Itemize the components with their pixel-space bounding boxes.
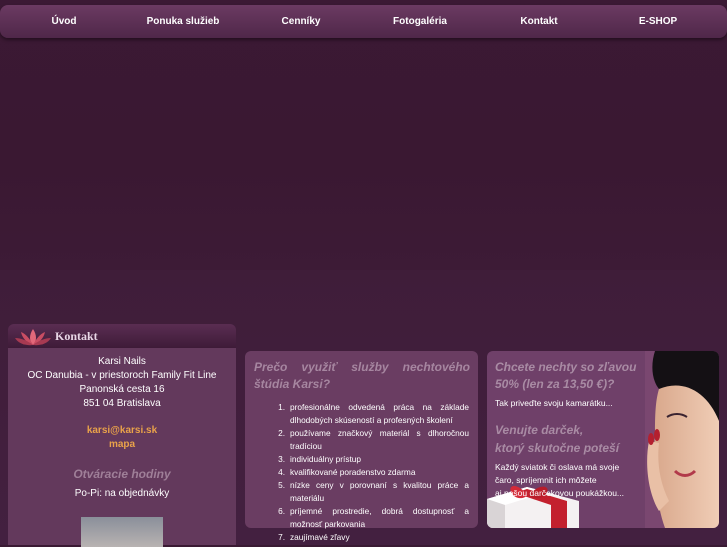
why-karsi-title: Prečo využiť služby nechtového štúdia Ka… xyxy=(254,359,470,393)
list-number: 5. xyxy=(278,480,285,490)
lotus-icon xyxy=(15,329,51,346)
list-number: 3. xyxy=(278,454,285,464)
why-title-word: Prečo xyxy=(254,360,288,374)
opening-hours-text: Po-Pi: na objednávky xyxy=(74,488,170,499)
list-item: 5. nízke ceny v porovnaní s kvalitou prác… xyxy=(257,479,469,505)
list-text: príjemné prostredie, dobrá dostupnosť a … xyxy=(290,506,469,529)
opening-hours-title: Otváracie hodiny xyxy=(73,467,171,481)
promo-heading-2-line1: Venujte darček, xyxy=(495,423,584,437)
list-text: profesionálne odvedená práca na základe … xyxy=(290,402,469,425)
model-face-image xyxy=(645,351,719,528)
list-item: 6. príjemné prostredie, dobrá dostupnosť … xyxy=(257,505,469,531)
nav-item-fotogaleria[interactable]: Fotogaléria xyxy=(380,5,460,38)
contact-title: Kontakt xyxy=(55,329,98,343)
promo-heading-1-line1: Chcete nechty so zľavou xyxy=(495,360,637,374)
studio-name: Karsi Nails xyxy=(98,356,146,367)
list-text: kvalifikované poradenstvo zdarma xyxy=(290,467,416,477)
page-background-top xyxy=(0,0,727,270)
list-item: 3. individuálny prístup xyxy=(257,453,469,466)
list-item: 2. používame značkový materiál s dlhoročn… xyxy=(257,427,469,453)
nav-item-eshop[interactable]: E-SHOP xyxy=(626,5,690,38)
list-number: 2. xyxy=(278,428,285,438)
nav-item-ponuka-sluzieb[interactable]: Ponuka služieb xyxy=(135,5,231,38)
why-title-word: využiť xyxy=(301,360,338,374)
list-number: 6. xyxy=(278,506,285,516)
list-item: 7. zaujímavé zľavy xyxy=(257,531,469,544)
list-item: 1. profesionálne odvedená práca na základ… xyxy=(257,401,469,427)
list-number: 1. xyxy=(278,402,285,412)
promo-text-1: Tak priveďte svoju kamarátku... xyxy=(495,398,613,408)
map-link[interactable]: mapa xyxy=(8,439,236,450)
promo-text-2-line3: aj našou darčekovou poukážkou... xyxy=(495,488,625,498)
benefits-list: 1. profesionálne odvedená práca na základ… xyxy=(257,401,469,544)
contact-panel: Karsi Nails OC Danubia - v priestoroch F… xyxy=(8,348,236,547)
list-text: používame značkový materiál s dlhoročnou… xyxy=(290,428,469,451)
email-link[interactable]: karsi@karsi.sk xyxy=(8,425,236,436)
main-nav: Úvod Ponuka služieb Cenníky Fotogaléria … xyxy=(0,5,727,38)
list-text: zaujímavé zľavy xyxy=(290,532,350,542)
promo-panel[interactable]: Chcete nechty so zľavou 50% (len za 13,5… xyxy=(487,351,719,528)
list-item: 4. kvalifikované poradenstvo zdarma xyxy=(257,466,469,479)
promo-heading-2-line2: ktorý skutočne poteší xyxy=(495,441,620,455)
why-title-line2: štúdia Karsi? xyxy=(254,377,331,391)
nav-item-uvod[interactable]: Úvod xyxy=(38,5,90,38)
promo-text-2-line1: Každý sviatok či oslava má svoje xyxy=(495,462,620,472)
list-number: 4. xyxy=(278,467,285,477)
why-title-word: nechtového xyxy=(402,360,470,374)
promo-heading-1-line2: 50% (len za 13,50 €)? xyxy=(495,377,615,391)
nav-item-cenniky[interactable]: Cenníky xyxy=(266,5,336,38)
studio-location: OC Danubia - v priestoroch Family Fit Li… xyxy=(27,370,217,381)
contact-panel-header: Kontakt xyxy=(8,324,236,348)
why-title-word: služby xyxy=(351,360,389,374)
list-number: 7. xyxy=(278,532,285,542)
list-text: nízke ceny v porovnaní s kvalitou práce … xyxy=(290,480,469,503)
nav-item-kontakt[interactable]: Kontakt xyxy=(507,5,571,38)
studio-city: 851 04 Bratislava xyxy=(83,398,161,409)
studio-street: Panonská cesta 16 xyxy=(79,384,165,395)
list-text: individuálny prístup xyxy=(290,454,362,464)
staff-photo xyxy=(81,517,163,547)
why-karsi-panel: Prečo využiť služby nechtového štúdia Ka… xyxy=(245,351,478,542)
